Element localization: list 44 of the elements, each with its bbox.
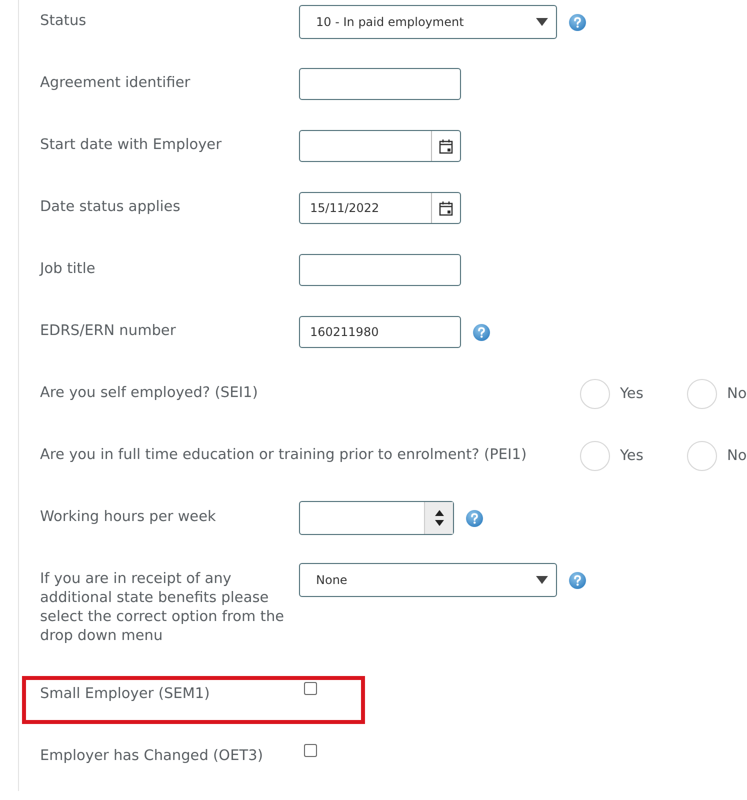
radio-button[interactable] xyxy=(580,379,610,409)
field-label: Are you in full time education or training prior to enrolment? (PEI1) xyxy=(39,446,528,465)
date-input[interactable]: 15/11/2022 xyxy=(300,193,431,223)
option-label: Yes xyxy=(620,386,644,402)
spinner-icon[interactable] xyxy=(434,509,444,527)
caret-icon xyxy=(536,576,548,584)
calendar-icon[interactable] xyxy=(439,200,453,216)
dropdown[interactable]: 10 - In paid employment xyxy=(299,5,557,39)
option-label: No xyxy=(727,448,747,464)
radio-option[interactable]: Yes xyxy=(580,379,687,409)
number-field[interactable] xyxy=(299,501,454,535)
field-label: Employer has Changed (OET3) xyxy=(39,747,264,766)
field-label: Are you self employed? (SEI1) xyxy=(39,384,259,403)
caret-icon xyxy=(536,18,548,26)
help-icon[interactable] xyxy=(473,324,490,340)
date-field[interactable]: 15/11/2022 xyxy=(299,192,461,224)
radio-button[interactable] xyxy=(687,379,717,409)
field-label: Start date with Employer xyxy=(39,136,223,155)
field-label: Status xyxy=(39,12,88,31)
field-label: Working hours per week xyxy=(39,508,217,527)
radio-button[interactable] xyxy=(580,441,610,471)
calendar-icon[interactable] xyxy=(439,138,453,154)
radio-option[interactable]: No xyxy=(687,379,747,409)
help-icon[interactable] xyxy=(569,14,586,30)
radio-option[interactable]: No xyxy=(687,441,747,471)
field-label: EDRS/ERN number xyxy=(39,322,177,341)
field-label: If you are in receipt of any additional state benefits please select the correct option from the drop down menu xyxy=(39,570,286,646)
radio-button[interactable] xyxy=(687,441,717,471)
checkbox[interactable] xyxy=(304,744,317,757)
option-label: Yes xyxy=(620,448,644,464)
input-field[interactable] xyxy=(299,68,461,100)
input-field[interactable] xyxy=(299,254,461,286)
field-label: Job title xyxy=(38,260,96,279)
field-label: Small Employer (SEM1) xyxy=(39,685,211,704)
radio-option[interactable]: Yes xyxy=(580,441,687,471)
help-icon[interactable] xyxy=(466,510,483,526)
dropdown[interactable]: None xyxy=(299,563,557,597)
date-field[interactable] xyxy=(299,130,461,162)
checkbox[interactable] xyxy=(304,682,317,695)
option-label: No xyxy=(727,386,747,402)
input-field[interactable]: 160211980 xyxy=(299,316,461,348)
field-label: Agreement identifier xyxy=(39,74,192,93)
help-icon[interactable] xyxy=(569,572,586,588)
field-label: Date status applies xyxy=(39,198,182,217)
